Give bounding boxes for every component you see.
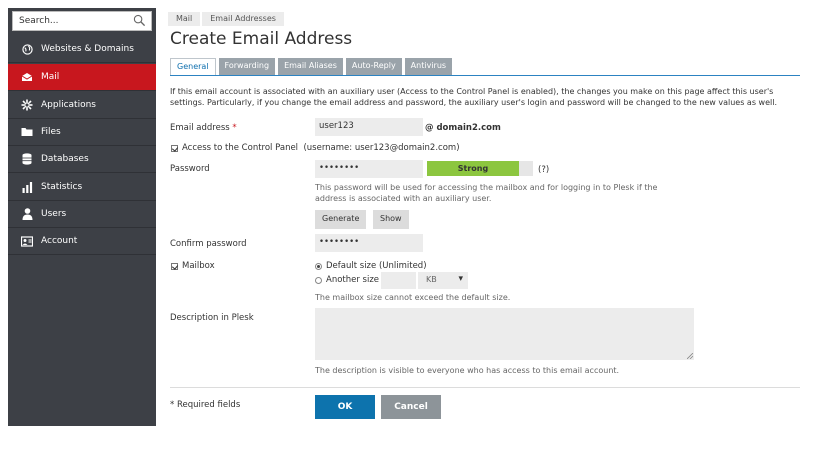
password-hint: This password will be used for accessing… <box>315 183 658 203</box>
description-textarea[interactable] <box>315 308 694 360</box>
description-hint: The description is visible to everyone w… <box>315 366 620 375</box>
sidebar-item-statistics[interactable]: Statistics <box>8 174 156 201</box>
email-address-label-text: Email address <box>170 123 230 133</box>
show-password-button[interactable]: Show <box>373 210 409 229</box>
database-icon <box>20 153 34 165</box>
breadcrumb-email-addresses[interactable]: Email Addresses <box>202 12 284 26</box>
password-strength-label: Strong <box>457 164 489 173</box>
bar-chart-icon <box>20 181 34 193</box>
tab-antivirus[interactable]: Antivirus <box>404 58 453 76</box>
size-unit-value: KB <box>426 275 437 284</box>
ok-button[interactable]: OK <box>315 395 375 419</box>
sidebar-item-label: Files <box>41 127 61 137</box>
another-size-radio[interactable] <box>315 277 322 284</box>
form-divider <box>170 387 800 388</box>
email-address-label: Email address * <box>170 123 237 133</box>
sidebar-item-label: Mail <box>41 72 60 82</box>
tab-email-aliases[interactable]: Email Aliases <box>278 58 343 76</box>
password-strength-meter: Strong <box>427 161 533 176</box>
folder-icon <box>20 126 34 138</box>
cp-access-label: Access to the Control Panel (username: u… <box>182 143 460 153</box>
breadcrumb-mail[interactable]: Mail <box>168 12 201 26</box>
default-size-radio[interactable] <box>315 263 322 270</box>
another-size-label: Another size <box>326 275 380 285</box>
password-input[interactable]: •••••••• <box>315 160 423 178</box>
password-help-link[interactable]: (?) <box>538 165 549 175</box>
page-title: Create Email Address <box>170 29 353 49</box>
cp-access-label-text: Access to the Control Panel <box>182 143 299 153</box>
tab-divider <box>170 75 800 76</box>
tab-general[interactable]: General <box>170 58 216 76</box>
user-icon <box>20 208 34 220</box>
sidebar-item-databases[interactable]: Databases <box>8 146 156 173</box>
cp-access-username: (username: user123@domain2.com) <box>303 143 460 153</box>
sidebar-item-mail[interactable]: Mail <box>8 64 156 91</box>
intro-text: If this email account is associated with… <box>170 87 777 107</box>
dropdown-arrow-icon: ▾ <box>458 274 463 284</box>
sidebar-item-applications[interactable]: Applications <box>8 92 156 119</box>
account-icon <box>20 235 34 247</box>
description-label: Description in Plesk <box>170 313 254 323</box>
sidebar: Search... Websites & Domains Mail Applic… <box>8 8 156 426</box>
tab-auto-reply[interactable]: Auto-Reply <box>345 58 402 76</box>
tab-forwarding[interactable]: Forwarding <box>218 58 276 76</box>
confirm-password-input[interactable]: •••••••• <box>315 234 423 252</box>
cp-access-checkbox[interactable] <box>171 145 178 152</box>
sidebar-item-label: Statistics <box>41 182 83 192</box>
sidebar-item-label: Applications <box>41 100 96 110</box>
sidebar-item-users[interactable]: Users <box>8 201 156 228</box>
sidebar-item-account[interactable]: Account <box>8 228 156 255</box>
mailbox-size-input[interactable] <box>381 272 416 289</box>
mailbox-checkbox[interactable] <box>171 263 178 270</box>
generate-password-button[interactable]: Generate <box>315 210 367 229</box>
cancel-button[interactable]: Cancel <box>381 395 441 419</box>
size-unit-select[interactable]: KB ▾ <box>418 272 468 289</box>
sidebar-item-label: Account <box>41 236 78 246</box>
sidebar-item-label: Databases <box>41 154 89 164</box>
email-address-input[interactable]: user123 <box>315 118 423 136</box>
mailbox-hint: The mailbox size cannot exceed the defau… <box>315 293 511 302</box>
sidebar-item-label: Users <box>41 209 67 219</box>
resize-grip-icon[interactable] <box>687 353 693 359</box>
sidebar-item-label: Websites & Domains <box>41 44 134 54</box>
globe-icon <box>20 43 34 55</box>
confirm-password-label: Confirm password <box>170 239 247 249</box>
breadcrumb: Mail Email Addresses <box>168 12 286 26</box>
required-fields-note: * Required fields <box>170 400 240 410</box>
sidebar-item-files[interactable]: Files <box>8 119 156 146</box>
sidebar-item-websites-domains[interactable]: Websites & Domains <box>8 36 156 63</box>
mail-icon <box>20 71 34 83</box>
password-label: Password <box>170 164 210 174</box>
tab-bar: General Forwarding Email Aliases Auto-Re… <box>170 58 455 76</box>
email-domain: @ domain2.com <box>425 123 501 133</box>
search-input[interactable]: Search... <box>19 16 59 26</box>
required-fields-text: * Required fields <box>170 400 241 410</box>
required-marker: * <box>232 123 237 133</box>
gear-icon <box>20 99 34 111</box>
search-box[interactable]: Search... <box>12 11 152 31</box>
search-icon[interactable] <box>133 14 146 27</box>
default-size-label: Default size (Unlimited) <box>326 261 427 271</box>
mailbox-label: Mailbox <box>182 261 215 271</box>
